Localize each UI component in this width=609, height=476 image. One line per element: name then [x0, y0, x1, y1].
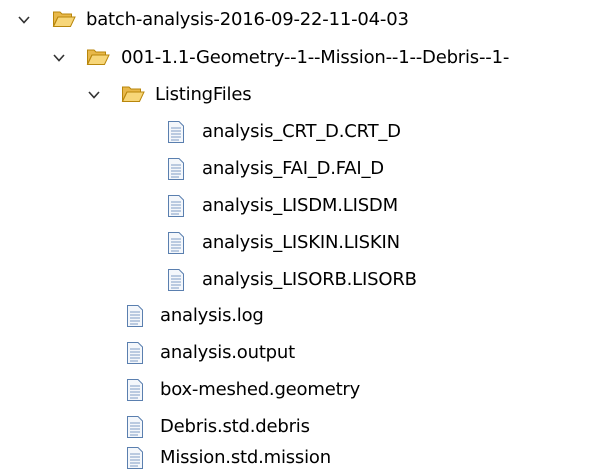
chevron-down-icon[interactable] — [86, 87, 102, 103]
folder-open-icon — [52, 11, 76, 27]
tree-node-label: box-meshed.geometry — [160, 379, 361, 400]
tree-node-label: Mission.std.mission — [160, 447, 331, 468]
chevron-down-icon[interactable] — [51, 50, 67, 66]
text-file-icon — [168, 269, 184, 291]
tree-node-batch-analysis[interactable]: batch-analysis-2016-09-22-11-04-03 — [0, 2, 609, 38]
folder-open-icon — [121, 86, 145, 102]
text-file-icon — [168, 158, 184, 180]
tree-node-label: analysis_LISDM.LISDM — [202, 195, 398, 216]
tree-node-label: analysis_CRT_D.CRT_D — [202, 121, 401, 142]
tree-file-lisorb[interactable]: analysis_LISORB.LISORB — [0, 262, 609, 298]
text-file-icon — [127, 342, 143, 364]
tree-file-liskin[interactable]: analysis_LISKIN.LISKIN — [0, 225, 609, 261]
folder-open-icon — [86, 49, 110, 65]
text-file-icon — [127, 305, 143, 327]
tree-file-fai-d[interactable]: analysis_FAI_D.FAI_D — [0, 151, 609, 187]
chevron-down-icon[interactable] — [16, 12, 32, 28]
text-file-icon — [168, 232, 184, 254]
tree-node-listingfiles[interactable]: ListingFiles — [0, 77, 609, 113]
text-file-icon — [168, 195, 184, 217]
tree-file-analysis-log[interactable]: analysis.log — [0, 298, 609, 334]
tree-node-label: 001-1.1-Geometry--1--Mission--1--Debris-… — [121, 47, 510, 68]
tree-node-label: analysis_LISKIN.LISKIN — [202, 232, 400, 253]
text-file-icon — [127, 416, 143, 438]
tree-node-label: analysis_FAI_D.FAI_D — [202, 158, 384, 179]
tree-node-label: Debris.std.debris — [160, 416, 310, 437]
tree-node-label: analysis_LISORB.LISORB — [202, 269, 417, 290]
tree-node-label: batch-analysis-2016-09-22-11-04-03 — [86, 9, 409, 30]
tree-file-lisdm[interactable]: analysis_LISDM.LISDM — [0, 188, 609, 224]
text-file-icon — [127, 447, 143, 469]
tree-file-crt-d[interactable]: analysis_CRT_D.CRT_D — [0, 114, 609, 150]
tree-node-case-001[interactable]: 001-1.1-Geometry--1--Mission--1--Debris-… — [0, 40, 609, 76]
tree-file-mission-std[interactable]: Mission.std.mission — [0, 440, 609, 476]
text-file-icon — [127, 379, 143, 401]
text-file-icon — [168, 121, 184, 143]
tree-node-label: analysis.log — [160, 305, 264, 326]
tree-file-analysis-output[interactable]: analysis.output — [0, 335, 609, 371]
tree-file-box-meshed-geometry[interactable]: box-meshed.geometry — [0, 372, 609, 408]
project-tree: batch-analysis-2016-09-22-11-04-03 001-1… — [0, 0, 609, 469]
tree-node-label: analysis.output — [160, 342, 295, 363]
tree-node-label: ListingFiles — [155, 84, 252, 105]
